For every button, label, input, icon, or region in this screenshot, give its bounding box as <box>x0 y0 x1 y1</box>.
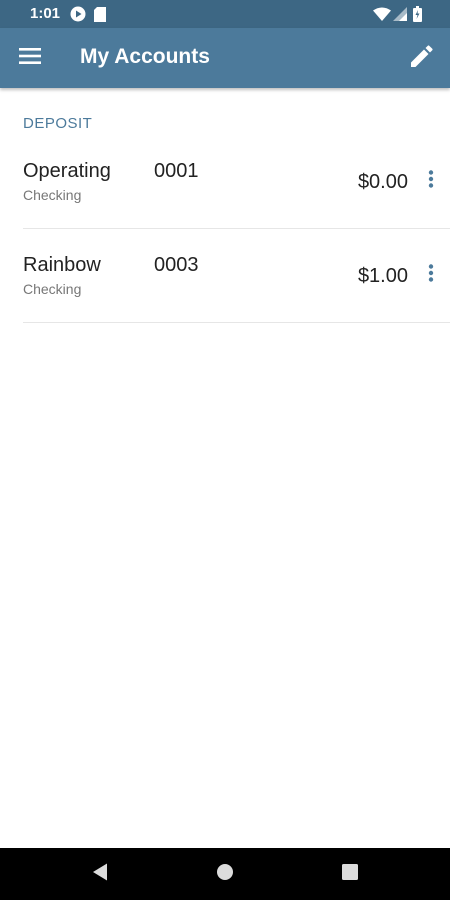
play-circle-icon <box>70 6 86 27</box>
status-right-icons <box>373 6 422 27</box>
accounts-list: DEPOSIT Operating Checking 0001 $0.00 Ra… <box>0 88 450 848</box>
signal-icon <box>393 7 407 26</box>
account-balance: $1.00 <box>357 265 408 287</box>
menu-button[interactable] <box>10 38 50 78</box>
account-number: 0001 <box>154 160 199 182</box>
account-type: Checking <box>23 281 82 297</box>
menu-icon <box>19 47 41 69</box>
recents-icon <box>342 863 358 885</box>
edit-pencil-icon <box>411 44 433 72</box>
back-icon <box>92 863 108 886</box>
sd-card-icon <box>94 6 106 27</box>
divider <box>23 322 450 323</box>
home-icon <box>216 863 234 886</box>
edit-button[interactable] <box>402 38 442 78</box>
page-title: My Accounts <box>80 45 210 68</box>
account-number: 0003 <box>154 254 199 276</box>
wifi-icon <box>373 7 391 26</box>
account-name: Rainbow <box>23 254 101 276</box>
battery-icon <box>413 6 422 27</box>
back-button[interactable] <box>85 859 115 889</box>
recents-button[interactable] <box>335 859 365 889</box>
home-button[interactable] <box>210 859 240 889</box>
account-name: Operating <box>23 160 111 182</box>
status-bar: 1:01 <box>0 0 450 28</box>
account-row[interactable]: Operating Checking 0001 $0.00 <box>0 88 450 203</box>
app-bar: My Accounts <box>0 28 450 88</box>
account-overflow-button[interactable] <box>420 260 442 290</box>
status-left-icons <box>70 6 106 27</box>
account-row[interactable]: Rainbow Checking 0003 $1.00 <box>0 182 450 297</box>
more-vertical-icon <box>428 263 434 287</box>
status-time: 1:01 <box>30 5 61 22</box>
system-nav-bar <box>0 848 450 900</box>
